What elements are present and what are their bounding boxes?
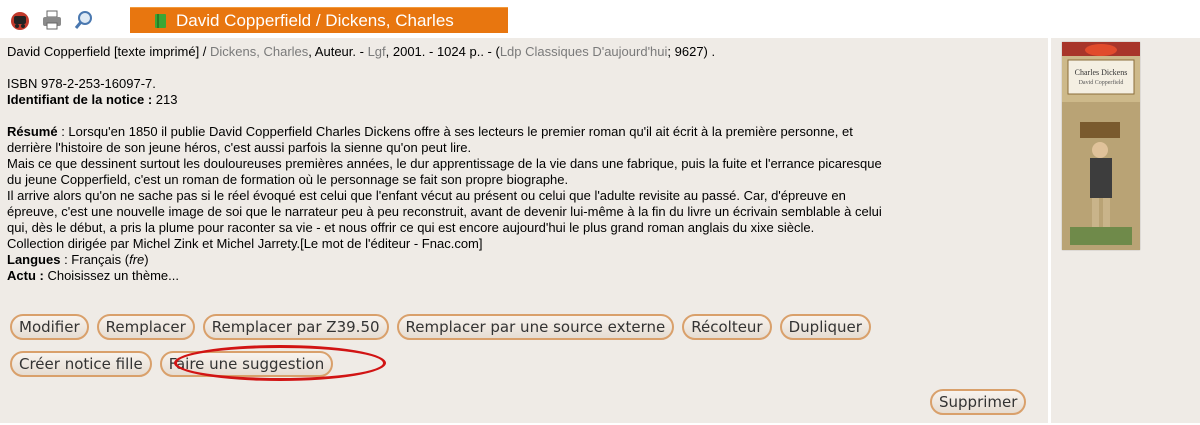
harvester-button[interactable]: Récolteur [682, 314, 772, 340]
replace-button[interactable]: Remplacer [96, 314, 195, 340]
record-title-tab[interactable]: David Copperfield / Dickens, Charles [130, 7, 508, 33]
notice-id: Identifiant de la notice : 213 [7, 92, 178, 107]
search-icon[interactable] [72, 8, 96, 32]
create-child-record-button[interactable]: Créer notice fille [10, 351, 152, 377]
summary-label: Résumé [7, 124, 58, 139]
suggestion-highlight-ellipse [174, 345, 386, 381]
cover-panel: Charles Dickens David Copperfield [1051, 38, 1200, 423]
delete-row: Supprimer [930, 389, 1027, 415]
action-buttons-row-1: Modifier Remplacer Remplacer par Z39.50 … [10, 314, 871, 340]
series-link[interactable]: Ldp Classiques D'aujourd'hui [500, 44, 668, 59]
replace-external-source-button[interactable]: Remplacer par une source externe [396, 314, 675, 340]
author-link[interactable]: Dickens, Charles [210, 44, 308, 59]
record-title-text: David Copperfield / Dickens, Charles [176, 10, 454, 30]
basket-icon[interactable] [8, 8, 32, 32]
cover-author: Charles Dickens [1074, 68, 1128, 77]
cover-title: David Copperfield [1078, 80, 1124, 86]
book-icon [154, 13, 168, 29]
replace-z3950-button[interactable]: Remplacer par Z39.50 [202, 314, 389, 340]
languages: Langues : Français (fre) [7, 252, 149, 267]
actu: Actu : Choisissez un thème... [7, 268, 179, 283]
modify-button[interactable]: Modifier [10, 314, 89, 340]
isbn: ISBN 978-2-253-16097-7. [7, 76, 156, 91]
summary: Résumé : Lorsqu'en 1850 il publie David … [7, 124, 882, 251]
book-cover-image[interactable]: Charles Dickens David Copperfield [1062, 42, 1140, 250]
publisher-link[interactable]: Lgf [368, 44, 386, 59]
record-details: David Copperfield [texte imprimé] / Dick… [7, 44, 1047, 284]
delete-button[interactable]: Supprimer [930, 389, 1027, 415]
print-icon[interactable] [40, 8, 64, 32]
duplicate-button[interactable]: Dupliquer [779, 314, 871, 340]
toolbar [8, 6, 96, 34]
record-title-line: David Copperfield [texte imprimé] / Dick… [7, 44, 716, 59]
